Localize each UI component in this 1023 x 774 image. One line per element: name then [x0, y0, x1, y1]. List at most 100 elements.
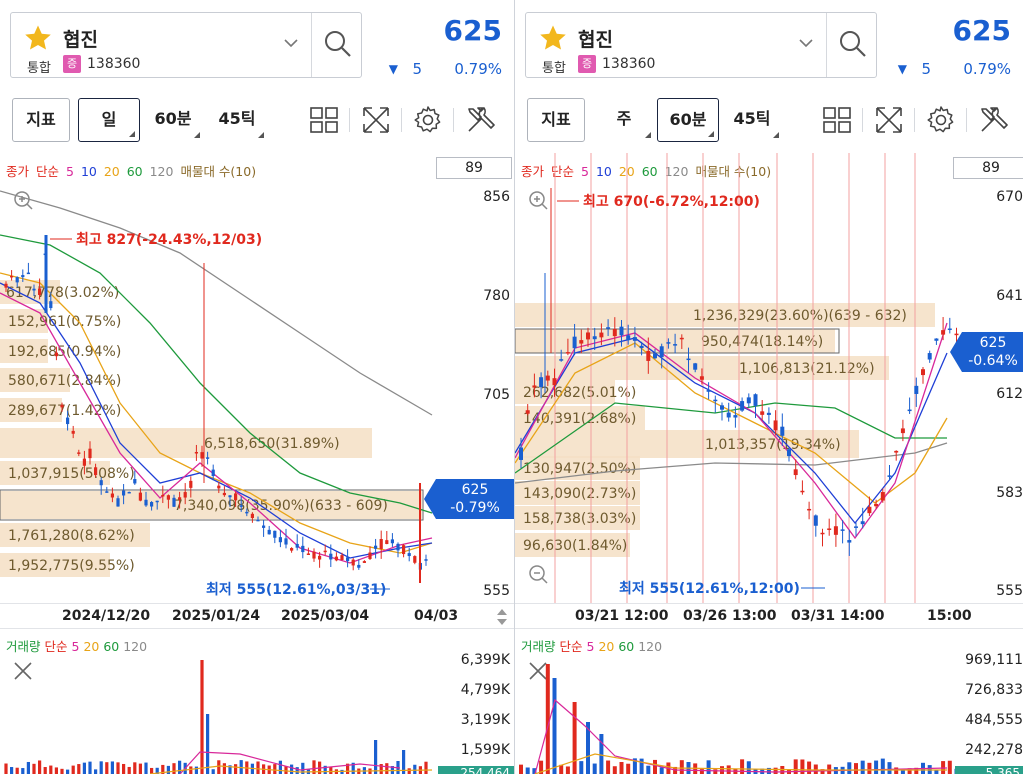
volume-profile-label: 617,778(3.02%) [6, 285, 119, 301]
volume-bar [222, 763, 226, 774]
candle [686, 358, 691, 361]
high-label: 최고 827(-24.43%,12/03) [76, 232, 262, 248]
candle [606, 327, 611, 329]
volume-bar [4, 763, 8, 774]
candle [402, 545, 406, 555]
tick-button[interactable]: 45틱 [721, 98, 783, 142]
stock-selector[interactable]: 협진 통합 증 138360 [10, 12, 362, 78]
candle [874, 503, 879, 507]
candle [21, 275, 25, 278]
layout-grid-icon[interactable] [308, 104, 340, 136]
volume-bar [329, 766, 333, 774]
period-selector: 일 60분 45틱 [78, 98, 268, 142]
candle [189, 480, 193, 488]
candle [267, 529, 271, 535]
candle [760, 411, 765, 415]
volume-bar [552, 678, 557, 774]
candle [813, 515, 818, 526]
volume-canvas [4, 660, 433, 774]
indicator-button[interactable]: 지표 [527, 98, 585, 142]
volume-bar [60, 768, 64, 774]
volume-bar [211, 769, 215, 774]
volume-bar [26, 761, 30, 774]
candle [599, 332, 604, 338]
candle [256, 519, 260, 522]
tag-pct: -0.79% [450, 500, 500, 516]
gear-icon[interactable] [925, 104, 957, 136]
volume-bar [278, 760, 282, 774]
indicator-button[interactable]: 지표 [12, 98, 70, 142]
volume-bar [38, 760, 42, 774]
volume-bar [66, 769, 70, 774]
volume-bar [807, 761, 812, 774]
period-button[interactable]: 주 [593, 98, 655, 142]
tick-button[interactable]: 45틱 [206, 98, 268, 142]
candle [880, 492, 885, 501]
layout-grid-icon[interactable] [821, 104, 853, 136]
volume-profile-label: 1,013,357(19.34%) [705, 437, 841, 453]
volume-bar [867, 762, 872, 774]
volume-bar [217, 760, 221, 774]
candle [116, 498, 120, 507]
candle [239, 505, 243, 507]
stock-selector[interactable]: 협진 통합 증 138360 [525, 12, 877, 78]
volume-chart[interactable]: 거래량 단순 5 20 60 120 6,399K 4,799K 3,199K … [0, 630, 514, 774]
candle [740, 401, 745, 411]
volume-bar [860, 760, 865, 774]
volume-bar [773, 767, 778, 774]
volume-bar [256, 761, 260, 774]
volume-bar [699, 769, 704, 774]
down-arrow-icon: ▼ [897, 62, 907, 76]
volume-bar [290, 764, 294, 774]
candle [720, 405, 724, 410]
high-label: 최고 670(-6.72%,12:00) [583, 194, 760, 210]
margin-badge: 증 [578, 55, 596, 73]
price-chart[interactable]: 종가 단순 5 10 20 60 120 매물대 수(10) 89 1,236,… [515, 153, 1023, 603]
vol-tick: 6,399K [460, 652, 510, 668]
minute-button[interactable]: 60분 [142, 98, 204, 142]
volume-bar [105, 762, 109, 774]
volume-bar [94, 769, 98, 774]
candle [733, 415, 738, 418]
star-icon[interactable] [23, 23, 53, 53]
current-volume-tag: 254,464 [438, 766, 514, 774]
current-price-tag: 625 -0.79% [424, 479, 514, 519]
chevron-down-icon[interactable] [283, 37, 299, 49]
candle [60, 404, 64, 408]
minute-button[interactable]: 60분 [657, 98, 719, 142]
volume-bar [413, 764, 417, 774]
y-tick: 780 [483, 288, 510, 304]
candle [525, 410, 530, 414]
candle [653, 353, 657, 359]
chevron-down-icon[interactable] [798, 37, 814, 49]
scroll-arrows-icon[interactable] [496, 607, 508, 627]
candle [10, 275, 14, 278]
candle [612, 328, 617, 337]
expand-icon[interactable] [873, 104, 905, 136]
volume-chart[interactable]: 거래량 단순 5 20 60 120 969,111 726,833 484,5… [515, 630, 1023, 774]
search-button[interactable] [311, 13, 361, 77]
candle [329, 553, 333, 560]
volume-bar [200, 660, 204, 774]
search-button[interactable] [826, 13, 876, 77]
gear-icon[interactable] [412, 104, 444, 136]
volume-bar [166, 765, 170, 774]
volume-bar [295, 767, 299, 774]
candle [54, 352, 58, 357]
candle [211, 469, 215, 477]
candle [284, 538, 288, 545]
candle [368, 552, 372, 559]
volume-bar [88, 761, 92, 774]
period-button[interactable]: 일 [78, 98, 140, 142]
low-label: 최저 555(12.61%,03/31) [206, 582, 386, 598]
star-icon[interactable] [538, 23, 568, 53]
expand-icon[interactable] [360, 104, 392, 136]
volume-bar [273, 764, 277, 774]
volume-bar [144, 762, 148, 774]
price-chart[interactable]: 종가 단순 5 10 20 60 120 매물대 수(10) 89 617,77… [0, 153, 514, 603]
candle [77, 452, 81, 454]
tools-icon[interactable] [977, 104, 1009, 136]
candle [82, 458, 86, 466]
volume-bar [519, 764, 523, 774]
tools-icon[interactable] [464, 104, 496, 136]
